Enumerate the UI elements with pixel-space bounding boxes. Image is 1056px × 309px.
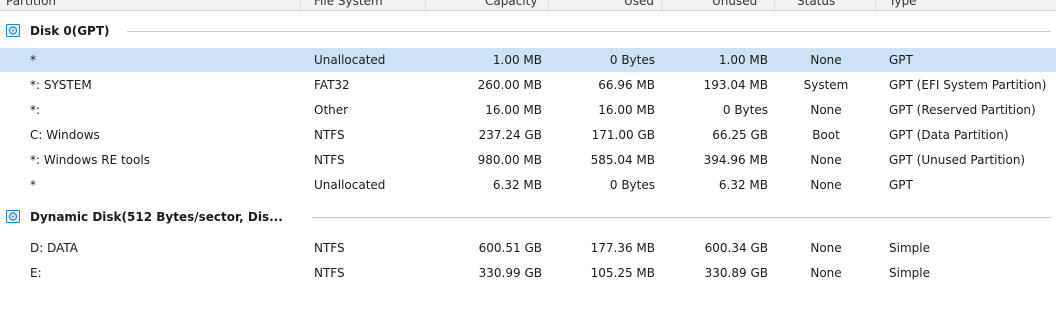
column-header-capacity[interactable]: Capacity <box>485 0 537 9</box>
partition-type: GPT (EFI System Partition) <box>889 78 1047 92</box>
partition-type: GPT (Unused Partition) <box>889 153 1026 167</box>
used: 0 Bytes <box>609 178 655 192</box>
group-divider <box>312 217 1051 218</box>
used: 105.25 MB <box>590 266 655 280</box>
partition-name: *: SYSTEM <box>30 78 92 92</box>
unused: 193.04 MB <box>703 78 768 92</box>
disk-group-header[interactable]: Dynamic Disk(512 Bytes/sector, Dis... <box>0 206 1056 228</box>
status: None <box>810 266 842 280</box>
unused: 0 Bytes <box>722 103 768 117</box>
partition-type: Simple <box>889 241 930 255</box>
partition-type: GPT <box>889 53 913 67</box>
capacity: 600.51 GB <box>478 241 542 255</box>
used: 16.00 MB <box>598 103 655 117</box>
used: 171.00 GB <box>591 128 655 142</box>
column-separator[interactable] <box>661 0 662 10</box>
partition-name: D: DATA <box>30 241 79 255</box>
column-header-file-system[interactable]: File System <box>314 0 383 9</box>
status: None <box>810 178 842 192</box>
partition-row[interactable]: * Unallocated 6.32 MB 0 Bytes 6.32 MB No… <box>0 173 1056 197</box>
capacity: 330.99 GB <box>478 266 542 280</box>
partition-type: GPT (Reserved Partition) <box>889 103 1036 117</box>
partition-name: * <box>30 53 36 67</box>
partition-name: C: Windows <box>30 128 100 142</box>
used: 585.04 MB <box>590 153 655 167</box>
group-divider <box>127 31 1051 32</box>
used: 0 Bytes <box>609 53 655 67</box>
partition-type: GPT <box>889 178 913 192</box>
status: None <box>810 53 842 67</box>
column-header-status[interactable]: Status <box>797 0 835 9</box>
capacity: 237.24 GB <box>478 128 542 142</box>
status: Boot <box>812 128 840 142</box>
unused: 6.32 MB <box>718 178 768 192</box>
column-separator[interactable] <box>774 0 775 10</box>
partition-row[interactable]: * Unallocated 1.00 MB 0 Bytes 1.00 MB No… <box>0 48 1056 72</box>
status: None <box>810 153 842 167</box>
file-system: Other <box>314 103 349 117</box>
partition-row[interactable]: D: DATA NTFS 600.51 GB 177.36 MB 600.34 … <box>0 236 1056 260</box>
status: None <box>810 103 842 117</box>
file-system: NTFS <box>314 128 345 142</box>
unused: 330.89 GB <box>704 266 768 280</box>
partition-row[interactable]: E: NTFS 330.99 GB 105.25 MB 330.89 GB No… <box>0 261 1056 285</box>
capacity: 16.00 MB <box>485 103 542 117</box>
partition-row[interactable]: *: SYSTEM FAT32 260.00 MB 66.96 MB 193.0… <box>0 73 1056 97</box>
partition-row[interactable]: *: Windows RE tools NTFS 980.00 MB 585.0… <box>0 148 1056 172</box>
partition-name: *: <box>30 103 41 117</box>
disk-group-header[interactable]: Disk 0(GPT) <box>0 20 1056 42</box>
disk-icon <box>6 210 20 223</box>
column-separator[interactable] <box>425 0 426 10</box>
status: None <box>810 241 842 255</box>
disk-group-title: Dynamic Disk(512 Bytes/sector, Dis... <box>30 210 283 224</box>
file-system: NTFS <box>314 241 345 255</box>
capacity: 1.00 MB <box>492 53 542 67</box>
status: System <box>803 78 849 92</box>
file-system: Unallocated <box>314 53 386 67</box>
file-system: Unallocated <box>314 178 386 192</box>
used: 66.96 MB <box>598 78 655 92</box>
unused: 66.25 GB <box>712 128 768 142</box>
used: 177.36 MB <box>590 241 655 255</box>
partition-row[interactable]: *: Other 16.00 MB 16.00 MB 0 Bytes None … <box>0 98 1056 122</box>
partition-type: GPT (Data Partition) <box>889 128 1009 142</box>
column-separator[interactable] <box>875 0 876 10</box>
column-header-used[interactable]: Used <box>624 0 654 9</box>
column-header-partition[interactable]: Partition <box>6 0 56 9</box>
partition-type: Simple <box>889 266 930 280</box>
unused: 394.96 MB <box>703 153 768 167</box>
file-system: NTFS <box>314 266 345 280</box>
column-header-unused[interactable]: Unused <box>712 0 757 9</box>
unused: 1.00 MB <box>718 53 768 67</box>
capacity: 980.00 MB <box>477 153 542 167</box>
capacity: 6.32 MB <box>492 178 542 192</box>
column-header: Partition File System Capacity Used Unus… <box>0 0 1056 11</box>
partition-name: E: <box>30 266 42 280</box>
file-system: FAT32 <box>314 78 350 92</box>
partition-name: * <box>30 178 36 192</box>
capacity: 260.00 MB <box>477 78 542 92</box>
disk-group-title: Disk 0(GPT) <box>30 24 110 38</box>
partition-row[interactable]: C: Windows NTFS 237.24 GB 171.00 GB 66.2… <box>0 123 1056 147</box>
column-separator[interactable] <box>548 0 549 10</box>
column-header-type[interactable]: Type <box>889 0 917 9</box>
column-separator[interactable] <box>300 0 301 10</box>
disk-icon <box>6 24 20 37</box>
file-system: NTFS <box>314 153 345 167</box>
unused: 600.34 GB <box>704 241 768 255</box>
partition-name: *: Windows RE tools <box>30 153 150 167</box>
